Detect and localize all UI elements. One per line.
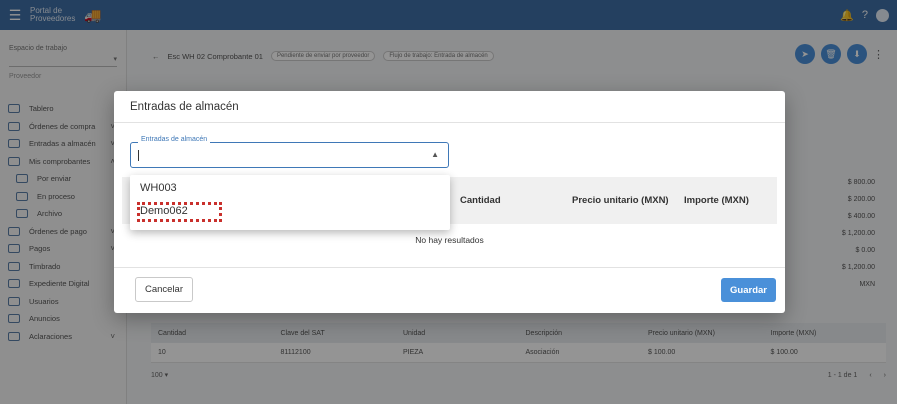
highlight-annotation-box [137,202,222,222]
caret-up-icon[interactable]: ▲ [431,150,439,159]
column-header: Cantidad [460,195,501,206]
divider [114,122,785,123]
autocomplete-options-list: WH003 Demo062 [130,175,450,230]
divider [114,267,785,268]
column-header: Importe (MXN) [684,195,749,206]
column-header: Precio unitario (MXN) [572,195,669,206]
empty-state-message: No hay resultados [415,235,484,245]
warehouse-entry-autocomplete[interactable]: Entradas de almacén ▲ [130,136,449,168]
option-wh003[interactable]: WH003 [140,182,177,194]
warehouse-entry-input[interactable] [138,148,423,162]
field-label: Entradas de almacén [138,136,211,143]
text-cursor [138,150,139,161]
save-button[interactable]: Guardar [721,278,776,302]
cancel-button[interactable]: Cancelar [135,277,193,302]
dialog-title: Entradas de almacén [130,101,239,113]
option-demo062[interactable]: Demo062 [137,202,222,222]
